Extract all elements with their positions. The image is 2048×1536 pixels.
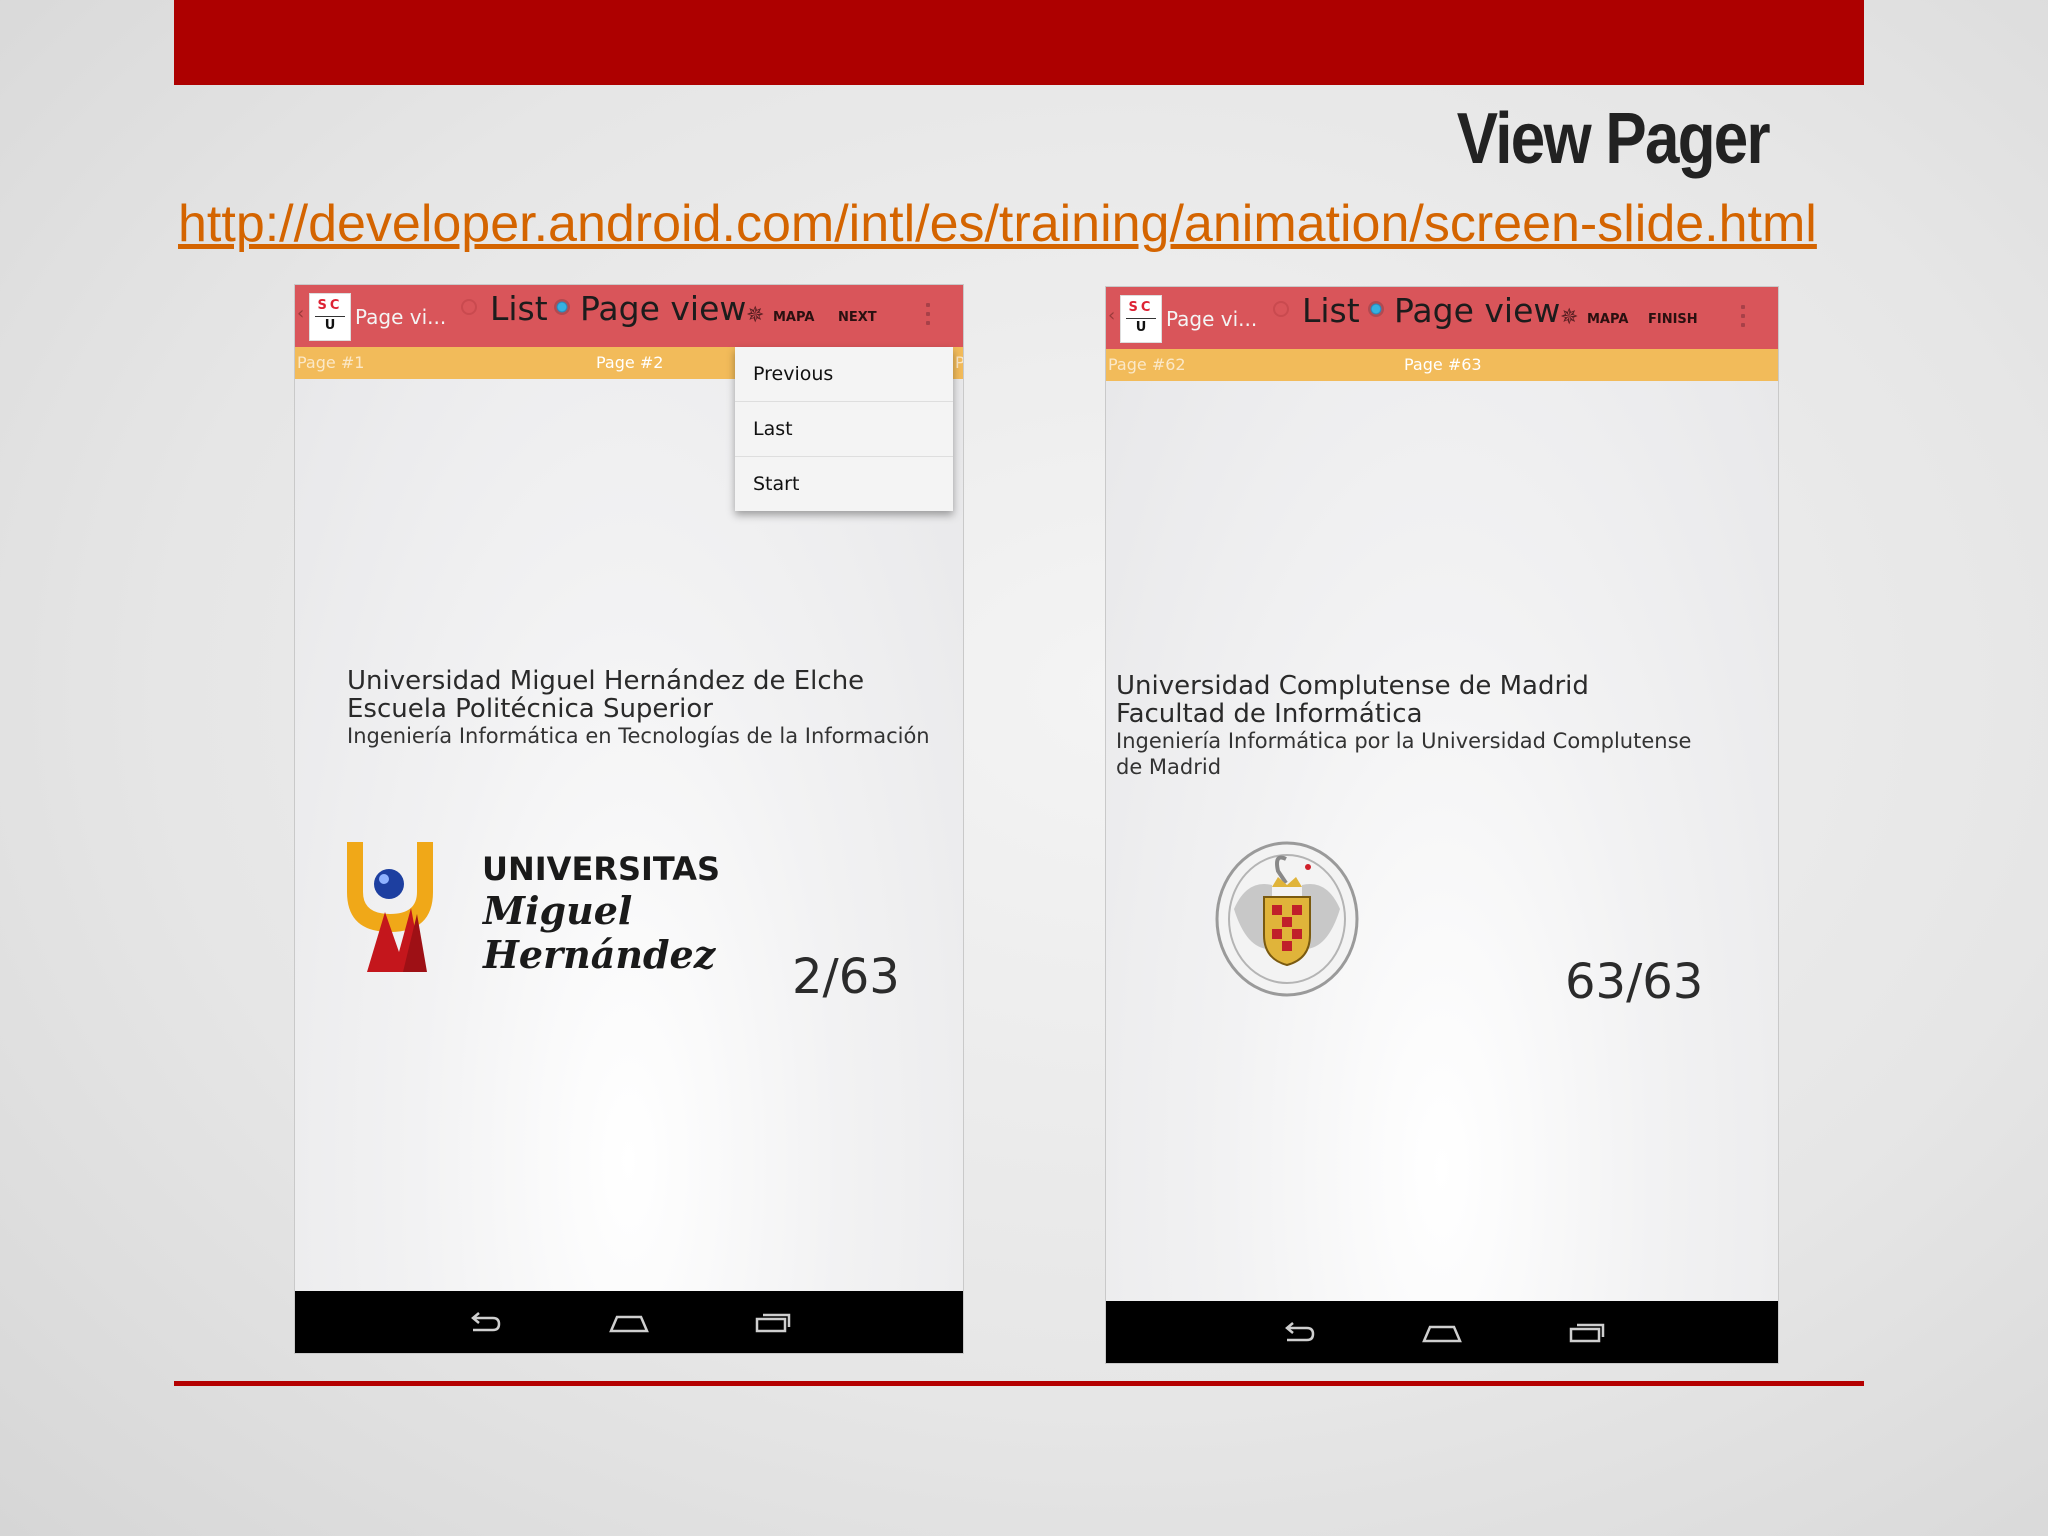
radio-list[interactable] bbox=[1273, 301, 1289, 317]
app-title: Page vi... bbox=[1166, 307, 1258, 331]
slide-header-bar bbox=[174, 0, 1864, 85]
radio-list[interactable] bbox=[461, 299, 477, 315]
action-bar: ‹ SC U Page vi... List Page view ✵ MAPA … bbox=[1106, 287, 1778, 349]
app-logo[interactable]: SC U bbox=[1120, 295, 1162, 343]
back-icon[interactable] bbox=[1279, 1319, 1319, 1347]
recents-icon[interactable] bbox=[753, 1309, 793, 1337]
action-bar: ‹ SC U Page vi... List Page view ✵ MAPA … bbox=[295, 285, 963, 347]
back-icon[interactable] bbox=[465, 1309, 505, 1337]
mapa-button[interactable]: MAPA bbox=[1587, 312, 1628, 327]
radio-page-view-label[interactable]: Page view bbox=[580, 289, 746, 328]
app-logo-bottom: U bbox=[324, 318, 336, 333]
recents-icon[interactable] bbox=[1567, 1319, 1607, 1347]
tab-previous-page[interactable]: Page #1 bbox=[297, 353, 364, 372]
radio-page-view-label[interactable]: Page view bbox=[1394, 291, 1560, 330]
menu-item-start[interactable]: Start bbox=[735, 457, 953, 511]
school-name: Escuela Politécnica Superior bbox=[347, 694, 713, 724]
overflow-menu-icon[interactable] bbox=[925, 303, 931, 329]
overflow-menu-icon[interactable] bbox=[1740, 305, 1746, 331]
up-chevron-icon[interactable]: ‹ bbox=[297, 303, 304, 324]
phone-screenshot-right: ‹ SC U Page vi... List Page view ✵ MAPA … bbox=[1105, 286, 1779, 1364]
menu-item-previous[interactable]: Previous bbox=[735, 347, 953, 402]
page-tab-strip: Page #62 Page #63 bbox=[1106, 349, 1778, 381]
slide-title: View Pager bbox=[1456, 99, 1771, 179]
finish-button[interactable]: FINISH bbox=[1648, 312, 1698, 327]
ucm-seal-icon bbox=[1215, 841, 1359, 997]
radio-page-view[interactable] bbox=[1368, 301, 1384, 317]
radio-list-label[interactable]: List bbox=[1302, 291, 1360, 330]
school-name: Facultad de Informática bbox=[1116, 699, 1423, 729]
radio-page-view[interactable] bbox=[554, 299, 570, 315]
mapa-button[interactable]: MAPA bbox=[773, 310, 814, 325]
umh-logo-miguel: Miguel bbox=[483, 888, 633, 933]
umh-logo-hernandez: Hernández bbox=[483, 932, 716, 977]
tab-current-page[interactable]: Page #2 bbox=[596, 353, 663, 372]
home-icon[interactable] bbox=[609, 1309, 649, 1337]
phone-screenshot-left: ‹ SC U Page vi... List Page view ✵ MAPA … bbox=[294, 284, 964, 1354]
tab-previous-page[interactable]: Page #62 bbox=[1108, 355, 1186, 374]
university-name: Universidad Complutense de Madrid bbox=[1116, 671, 1589, 701]
screen-slide-link[interactable]: http://developer.android.com/intl/es/tra… bbox=[178, 194, 1817, 254]
android-nav-bar bbox=[1106, 1301, 1778, 1363]
home-icon[interactable] bbox=[1422, 1319, 1462, 1347]
university-name: Universidad Miguel Hernández de Elche bbox=[347, 666, 865, 696]
degree-name: Ingeniería Informática por la Universida… bbox=[1116, 729, 1692, 779]
app-logo-top: SC bbox=[1128, 300, 1154, 315]
app-title: Page vi... bbox=[355, 305, 447, 329]
umh-emblem-icon bbox=[347, 842, 433, 972]
overflow-menu: Previous Last Start bbox=[735, 347, 953, 511]
compass-icon[interactable]: ✵ bbox=[1560, 307, 1578, 329]
tab-current-page[interactable]: Page #63 bbox=[1404, 355, 1482, 374]
degree-name: Ingeniería Informática en Tecnologías de… bbox=[347, 724, 930, 748]
slide-footer-line bbox=[174, 1381, 1864, 1386]
app-logo-bottom: U bbox=[1135, 320, 1147, 335]
umh-logo-universitas: UNIVERSITAS bbox=[482, 850, 721, 888]
app-logo-top: SC bbox=[317, 298, 343, 313]
tab-next-page[interactable]: Page #3 bbox=[955, 353, 963, 372]
menu-item-last[interactable]: Last bbox=[735, 402, 953, 457]
umh-logo: UNIVERSITAS Miguel Hernández bbox=[347, 842, 720, 982]
android-nav-bar bbox=[295, 1291, 963, 1353]
radio-list-label[interactable]: List bbox=[490, 289, 548, 328]
up-chevron-icon[interactable]: ‹ bbox=[1108, 305, 1115, 326]
page-counter: 2/63 bbox=[792, 949, 900, 1005]
compass-icon[interactable]: ✵ bbox=[746, 305, 764, 327]
next-button[interactable]: NEXT bbox=[838, 310, 877, 325]
page-counter: 63/63 bbox=[1565, 954, 1704, 1010]
app-logo[interactable]: SC U bbox=[309, 293, 351, 341]
